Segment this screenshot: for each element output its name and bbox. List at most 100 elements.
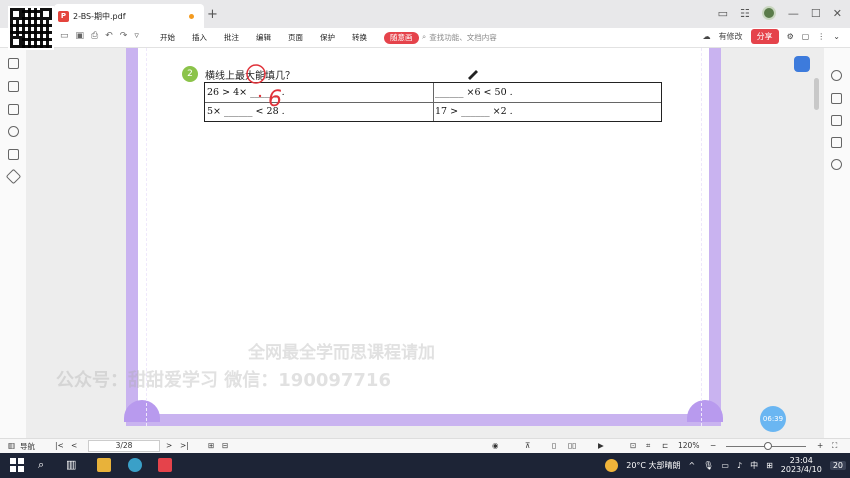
more-options-icon[interactable]: ⋮ (817, 32, 825, 41)
print-icon[interactable]: ⎙ (91, 31, 98, 41)
task-view-icon[interactable]: ▥ (66, 458, 80, 472)
ime-indicator[interactable]: 中 (750, 460, 758, 471)
layers-icon[interactable] (5, 168, 22, 185)
unsaved-indicator-dot (189, 14, 194, 19)
zoom-level[interactable]: 120% (678, 441, 699, 450)
floating-tools-button[interactable] (794, 56, 810, 72)
quick-access-bar: ▭ ▣ ⎙ ↶ ↷ ▿ (60, 31, 139, 41)
comment-icon[interactable]: ▢ (802, 32, 810, 41)
nav-panel-icon[interactable]: ▥ (8, 441, 15, 450)
thumbnail-icon[interactable] (8, 81, 19, 92)
windows-taskbar: ⌕ ▥ 20°C 大部晴朗 ^ 🎙 ▭ ♪ 中 ⊞ 23:04 2023/4/1… (0, 453, 850, 478)
zoom-in-button[interactable]: + (817, 441, 823, 450)
search-icon[interactable]: ⌕ (38, 458, 52, 472)
show-hidden-icons-icon[interactable]: ^ (689, 461, 696, 470)
notification-badge[interactable]: 20 (829, 460, 846, 470)
left-sidebar (0, 48, 26, 438)
qr-finder-pattern (10, 8, 22, 20)
menu-start[interactable]: 开始 (160, 32, 175, 44)
comment-panel-icon[interactable] (8, 104, 19, 115)
zoom-slider-handle[interactable] (764, 442, 772, 450)
prev-page-icon[interactable]: < (71, 441, 77, 450)
maximize-button[interactable]: ☐ (811, 7, 821, 20)
translate-icon[interactable] (831, 137, 842, 148)
page-guide-line (701, 48, 702, 426)
open-folder-icon[interactable]: ▭ (60, 31, 69, 41)
more-dropdown-icon[interactable]: ▿ (134, 31, 139, 41)
menu-edit[interactable]: 编辑 (256, 32, 271, 44)
timer-badge[interactable]: 06:39 (760, 406, 786, 432)
document-viewport[interactable]: 2 横线上最大能填几？ 26 > 4× ______ . ______ ×6 <… (26, 48, 824, 438)
menu-convert[interactable]: 转换 (352, 32, 367, 44)
input-mode-icon[interactable]: ⊞ (766, 461, 773, 470)
exercise-cell: 17 > ______ ×2 . (435, 106, 513, 117)
menu-annotate[interactable]: 批注 (224, 32, 239, 44)
help-icon[interactable] (831, 159, 842, 170)
double-page-icon[interactable]: ▯▯ (568, 441, 576, 450)
save-icon[interactable]: ▣ (76, 31, 85, 41)
menu-protect[interactable]: 保护 (320, 32, 335, 44)
layout-icon[interactable]: ▭ (718, 7, 728, 20)
qr-code-image (8, 6, 54, 50)
adjust-icon[interactable] (831, 115, 842, 126)
circle-annotation (246, 64, 266, 84)
tab-title: 2-BS-期中.pdf (73, 11, 126, 21)
signature-icon[interactable] (8, 149, 19, 160)
collapse-icon[interactable]: ⌄ (833, 32, 840, 41)
share-button[interactable]: 分享 (750, 29, 779, 44)
qr-finder-pattern (10, 36, 22, 48)
weather-text[interactable]: 20°C 大部晴朗 (626, 460, 680, 471)
ocr-icon[interactable]: ⊡ (630, 441, 636, 450)
watermark-text: 公众号：甜甜爱学习 微信：190097716 (56, 370, 391, 391)
network-icon[interactable]: ▭ (721, 461, 729, 470)
nav-label[interactable]: 导航 (20, 441, 35, 452)
search-placeholder: 查找功能、文档内容 (429, 33, 497, 42)
bookmark-icon[interactable] (8, 58, 19, 69)
zoom-out-button[interactable]: − (710, 441, 716, 450)
clock-time: 23:04 (789, 456, 813, 465)
extract-page-icon[interactable]: ⊟ (222, 441, 228, 450)
grid-apps-icon[interactable]: ☷ (740, 7, 750, 20)
attachment-icon[interactable] (8, 126, 19, 137)
fit-page-icon[interactable]: ⊼ (525, 441, 531, 450)
main-menu: 开始 插入 批注 编辑 页面 保护 转换 随意画 (160, 32, 433, 44)
first-page-icon[interactable]: |< (55, 441, 64, 450)
document-tab[interactable]: P 2-BS-期中.pdf (54, 4, 204, 28)
search-icon: ⌕ (422, 32, 427, 41)
redo-icon[interactable]: ↷ (120, 31, 128, 41)
close-button[interactable]: ✕ (833, 7, 842, 20)
file-explorer-icon[interactable] (97, 458, 111, 472)
play-icon[interactable]: ▶ (598, 441, 604, 450)
search-box[interactable]: ⌕ 查找功能、文档内容 (422, 32, 497, 43)
single-page-icon[interactable]: ▯ (552, 441, 556, 450)
menu-free-draw[interactable]: 随意画 (384, 32, 419, 44)
zoom-search-icon[interactable] (831, 70, 842, 81)
menu-insert[interactable]: 插入 (192, 32, 207, 44)
app-icon[interactable] (128, 458, 142, 472)
qr-finder-pattern (40, 8, 52, 20)
eye-protection-icon[interactable]: ◉ (492, 441, 499, 450)
clock[interactable]: 23:04 2023/4/10 (781, 456, 822, 474)
microphone-icon[interactable]: 🎙 (703, 461, 713, 470)
crop-icon[interactable]: ⌗ (646, 441, 650, 451)
insert-page-icon[interactable]: ⊞ (208, 441, 214, 450)
ai-tools-icon[interactable] (831, 93, 842, 104)
volume-icon[interactable]: ♪ (737, 461, 742, 470)
edit-status[interactable]: 有修改 (719, 31, 743, 42)
page-number-input[interactable]: 3/28 (88, 440, 160, 452)
menu-page[interactable]: 页面 (288, 32, 303, 44)
minimize-button[interactable]: — (788, 7, 799, 20)
vertical-scrollbar[interactable] (814, 78, 819, 110)
next-page-icon[interactable]: > (166, 441, 172, 450)
wps-office-icon[interactable] (158, 458, 172, 472)
settings-icon[interactable]: ⚙ (787, 32, 794, 41)
undo-icon[interactable]: ↶ (105, 31, 113, 41)
pdf-file-icon: P (58, 10, 69, 22)
windows-start-icon[interactable] (10, 458, 24, 472)
handwritten-annotation: 6 (246, 64, 282, 108)
fit-width-icon[interactable]: ⊏ (662, 441, 668, 450)
new-tab-button[interactable]: + (207, 7, 218, 22)
avatar[interactable] (761, 6, 776, 20)
last-page-icon[interactable]: >| (180, 441, 189, 450)
fullscreen-icon[interactable]: ⛶ (832, 441, 837, 451)
